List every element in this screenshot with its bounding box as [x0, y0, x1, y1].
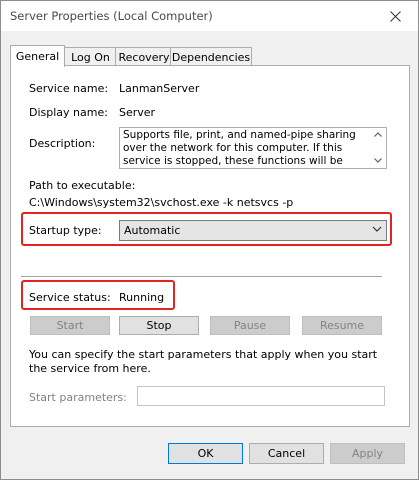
pause-button[interactable]: Pause — [210, 316, 290, 335]
description-scrollbar[interactable] — [370, 128, 386, 168]
cancel-button-label: Cancel — [267, 447, 306, 460]
start-params-note: You can specify the start parameters tha… — [29, 348, 378, 375]
service-name-label: Service name: — [29, 82, 109, 95]
service-status-highlight — [21, 280, 175, 310]
scroll-down-icon[interactable] — [374, 158, 382, 163]
tab-recovery-label: Recovery — [118, 50, 170, 64]
service-name-value: LanmanServer — [119, 82, 200, 95]
title-bar: Server Properties (Local Computer) — [1, 1, 418, 31]
start-params-label: Start parameters: — [29, 391, 127, 404]
ok-button-label: OK — [197, 447, 214, 460]
close-button[interactable] — [372, 1, 418, 31]
general-panel: Service name: LanmanServer Display name:… — [10, 65, 410, 427]
close-icon — [389, 10, 401, 22]
stop-button[interactable]: Stop — [119, 316, 199, 335]
description-text: Supports file, print, and named-pipe sha… — [123, 129, 356, 167]
separator — [21, 276, 382, 277]
stop-button-label: Stop — [146, 319, 172, 332]
display-name-label: Display name: — [29, 106, 108, 119]
tab-log-on-label: Log On — [71, 50, 110, 64]
window-title: Server Properties (Local Computer) — [10, 9, 213, 23]
path-label: Path to executable: — [29, 179, 136, 192]
description-label: Description: — [29, 137, 96, 150]
tab-general-label: General — [15, 50, 60, 63]
tab-recovery[interactable]: Recovery — [115, 47, 173, 66]
tab-dependencies[interactable]: Dependencies — [170, 47, 252, 66]
display-name-value: Server — [119, 106, 156, 119]
tab-general[interactable]: General — [10, 45, 65, 67]
tab-dependencies-label: Dependencies — [171, 50, 251, 64]
description-box[interactable]: Supports file, print, and named-pipe sha… — [119, 127, 387, 169]
resume-button-label: Resume — [319, 319, 365, 332]
startup-type-highlight — [21, 212, 392, 246]
pause-button-label: Pause — [233, 319, 267, 332]
tab-log-on[interactable]: Log On — [63, 47, 118, 66]
scroll-up-icon[interactable] — [374, 132, 382, 137]
start-button-label: Start — [56, 319, 84, 332]
start-params-input[interactable] — [137, 386, 385, 406]
path-value: C:\Windows\system32\svchost.exe -k netsv… — [29, 196, 294, 209]
properties-dialog: Server Properties (Local Computer) Gener… — [0, 0, 419, 480]
apply-button[interactable]: Apply — [330, 443, 405, 464]
start-button[interactable]: Start — [30, 316, 110, 335]
resume-button[interactable]: Resume — [302, 316, 382, 335]
cancel-button[interactable]: Cancel — [249, 443, 324, 464]
ok-button[interactable]: OK — [168, 443, 243, 464]
apply-button-label: Apply — [351, 447, 384, 460]
